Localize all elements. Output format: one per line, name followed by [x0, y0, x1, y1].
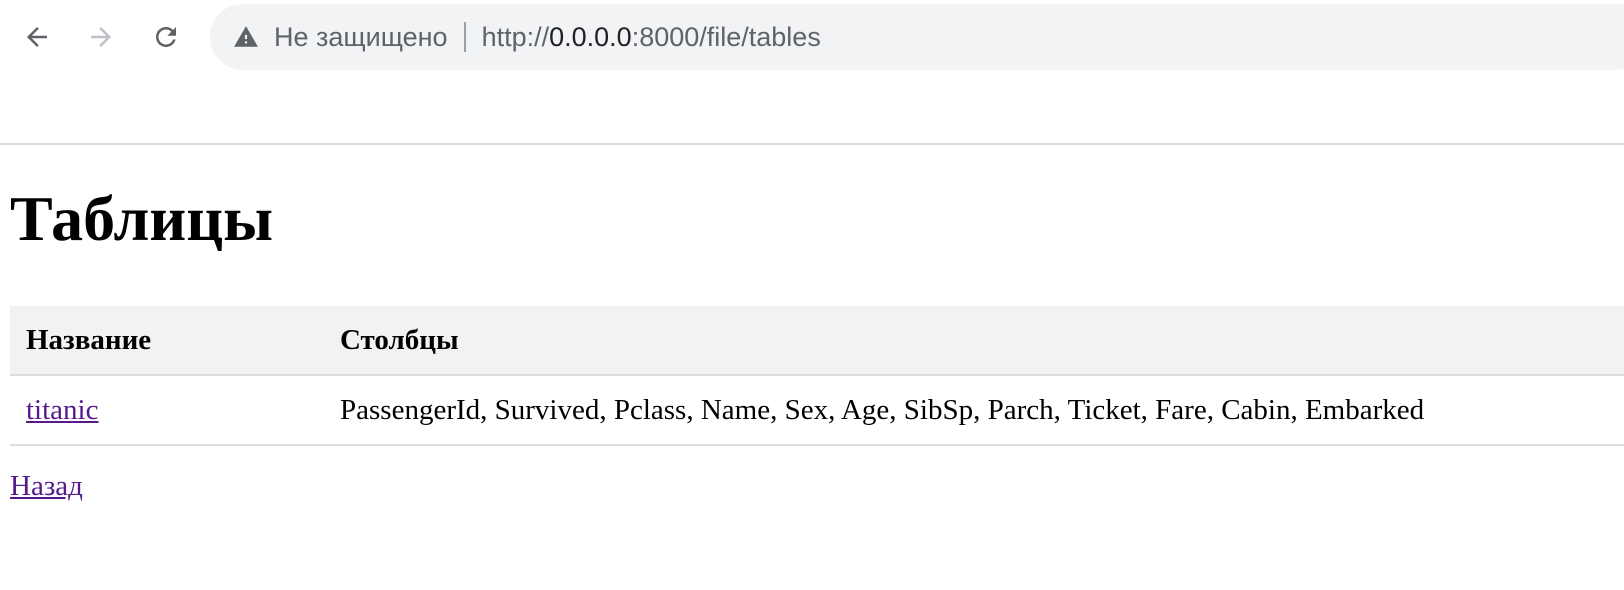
table-link-titanic[interactable]: titanic	[26, 394, 98, 426]
url-text[interactable]: http://0.0.0.0:8000/file/tables	[482, 22, 821, 53]
reload-icon	[156, 27, 176, 47]
forward-button[interactable]	[83, 19, 119, 55]
warning-triangle-icon[interactable]	[232, 23, 260, 51]
table-row: titanic PassengerId, Survived, Pclass, N…	[10, 375, 1624, 446]
arrow-left-icon	[27, 27, 47, 47]
arrow-right-icon	[91, 27, 111, 47]
address-bar[interactable]: Не защищено http://0.0.0.0:8000/file/tab…	[210, 4, 1624, 70]
security-label[interactable]: Не защищено	[274, 22, 448, 53]
omnibox-divider	[463, 22, 466, 52]
back-button[interactable]	[19, 19, 55, 55]
table-name-cell: titanic	[10, 375, 324, 446]
page-divider	[0, 143, 1624, 145]
browser-toolbar: Не защищено http://0.0.0.0:8000/file/tab…	[0, 0, 1624, 74]
header-columns: Столбцы	[324, 306, 1624, 376]
table-header-row: Название Столбцы	[10, 306, 1624, 376]
reload-button[interactable]	[148, 19, 184, 55]
tables-table: Название Столбцы titanic PassengerId, Su…	[10, 306, 1624, 446]
table-columns-cell: PassengerId, Survived, Pclass, Name, Sex…	[324, 375, 1624, 446]
back-link[interactable]: Назад	[10, 470, 83, 503]
url-scheme: http://	[481, 21, 550, 52]
url-host: 0.0.0.0	[549, 21, 632, 52]
header-name: Название	[10, 306, 324, 376]
page-title: Таблицы	[10, 183, 274, 254]
url-path: :8000/file/tables	[631, 21, 821, 52]
